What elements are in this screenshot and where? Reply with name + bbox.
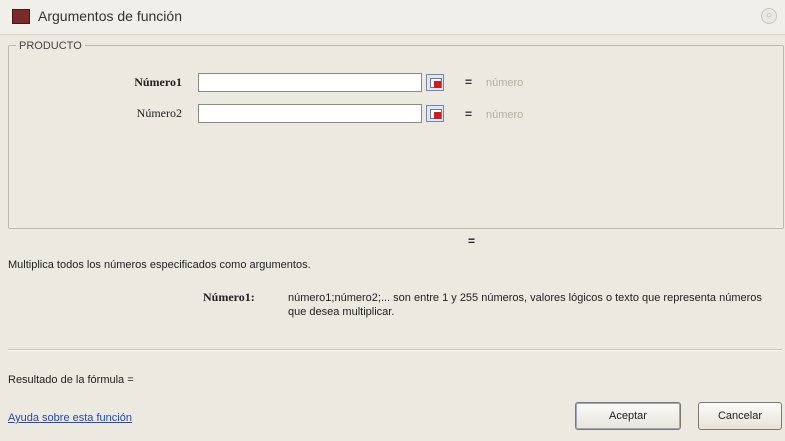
argument-help-text: número1;número2;... son entre 1 y 255 nú… <box>288 292 762 318</box>
equals-sign: = <box>465 75 473 89</box>
red-arrow-icon <box>434 81 441 88</box>
numero2-input[interactable] <box>198 104 422 123</box>
argument-label-numero1: Número1 <box>134 75 182 89</box>
numero1-input[interactable] <box>198 73 422 92</box>
formula-result-label: Resultado de la fórmula = <box>8 374 134 386</box>
collapse-dialog-button-2[interactable] <box>426 105 444 122</box>
equals-sign: = <box>465 107 473 121</box>
excel-function-icon <box>12 9 30 24</box>
title-bar: Argumentos de función ○ <box>0 0 785 35</box>
result-preview-equals: = <box>468 234 476 248</box>
close-button[interactable]: ○ <box>761 8 777 24</box>
red-arrow-icon <box>434 112 441 119</box>
argument-help-name: Número1: <box>203 290 255 304</box>
divider <box>8 349 782 351</box>
cancel-button[interactable]: Cancelar <box>698 402 782 430</box>
function-name: PRODUCTO <box>16 40 85 52</box>
ok-button[interactable]: Aceptar <box>575 402 681 430</box>
argument-label-numero2: Número2 <box>136 106 182 120</box>
collapse-dialog-button-1[interactable] <box>426 74 444 91</box>
argument-hint: número <box>486 109 524 121</box>
dialog-title: Argumentos de función <box>38 8 182 24</box>
help-link[interactable]: Ayuda sobre esta función <box>8 412 132 424</box>
argument-hint: número <box>486 77 524 89</box>
function-description: Multiplica todos los números especificad… <box>8 259 311 271</box>
